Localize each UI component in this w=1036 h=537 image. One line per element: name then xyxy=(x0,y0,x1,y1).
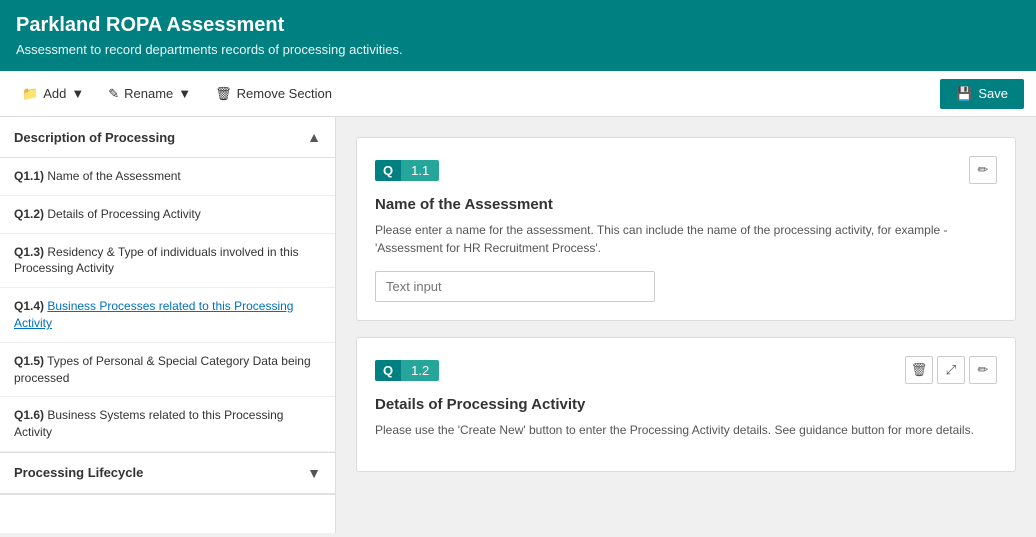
rename-button[interactable]: ✎ Rename ▼ xyxy=(98,80,201,108)
remove-section-button[interactable]: 🗑 Remove Section xyxy=(205,80,342,108)
sidebar-section-title-description: Description of Processing xyxy=(14,130,175,145)
question-actions-1-2: 🗑 ⤢ ✏ xyxy=(905,356,997,384)
save-button[interactable]: 💾 Save xyxy=(940,79,1024,109)
sidebar-item-q1-3-text: Residency & Type of individuals involved… xyxy=(14,245,299,276)
question-title-1-1: Name of the Assessment xyxy=(375,196,997,213)
sidebar-item-q1-3-number: Q1.3) xyxy=(14,245,44,259)
add-chevron-icon: ▼ xyxy=(71,86,84,101)
sidebar-section-header-lifecycle[interactable]: Processing Lifecycle ▼ xyxy=(0,453,335,494)
question-card-1-2: Q 1.2 🗑 ⤢ ✏ Details of Processing Activi… xyxy=(356,337,1016,472)
rename-label: Rename xyxy=(124,86,173,101)
add-label: Add xyxy=(43,86,66,101)
sidebar-section-description: Description of Processing ▲ Q1.1) Name o… xyxy=(0,117,335,453)
q-label-1-2: Q xyxy=(375,360,401,381)
trash-icon: 🗑 xyxy=(215,86,232,102)
question-badge-1-1: Q 1.1 xyxy=(375,160,439,181)
sidebar-item-q1-4-link[interactable]: Business Processes related to this Proce… xyxy=(14,299,293,330)
content-area: Q 1.1 ✏ Name of the Assessment Please en… xyxy=(336,117,1036,533)
sidebar-section-header-description[interactable]: Description of Processing ▲ xyxy=(0,117,335,158)
chevron-up-icon: ▲ xyxy=(307,129,321,145)
edit-button-1-2[interactable]: ✏ xyxy=(969,356,997,384)
question-desc-1-1: Please enter a name for the assessment. … xyxy=(375,221,997,257)
q-number-1-2: 1.2 xyxy=(401,360,439,381)
question-badge-1-2: Q 1.2 xyxy=(375,360,439,381)
sidebar-item-q1-1-text: Name of the Assessment xyxy=(47,169,180,183)
save-icon: 💾 xyxy=(956,86,972,102)
sidebar-item-q1-1-number: Q1.1) xyxy=(14,169,44,183)
add-button[interactable]: 📁 Add ▼ xyxy=(12,80,94,108)
q-label-1-1: Q xyxy=(375,160,401,181)
sidebar-item-q1-6-number: Q1.6) xyxy=(14,408,44,422)
remove-section-label: Remove Section xyxy=(237,86,332,101)
sidebar-item-q1-4-number: Q1.4) xyxy=(14,299,44,313)
delete-button-1-2[interactable]: 🗑 xyxy=(905,356,933,384)
sidebar-item-q1-3[interactable]: Q1.3) Residency & Type of individuals in… xyxy=(0,234,335,289)
sidebar-item-q1-6-text: Business Systems related to this Process… xyxy=(14,408,283,439)
question-title-1-2: Details of Processing Activity xyxy=(375,396,997,413)
sidebar-section-lifecycle: Processing Lifecycle ▼ xyxy=(0,453,335,495)
main-layout: Description of Processing ▲ Q1.1) Name o… xyxy=(0,117,1036,533)
folder-icon: 📁 xyxy=(22,86,38,102)
q-number-1-1: 1.1 xyxy=(401,160,439,181)
sidebar-item-q1-5-text: Types of Personal & Special Category Dat… xyxy=(14,354,311,385)
question-card-1-1: Q 1.1 ✏ Name of the Assessment Please en… xyxy=(356,137,1016,321)
sidebar-item-q1-2[interactable]: Q1.2) Details of Processing Activity xyxy=(0,196,335,234)
question-actions-1-1: ✏ xyxy=(969,156,997,184)
toolbar-left: 📁 Add ▼ ✎ Rename ▼ 🗑 Remove Section xyxy=(12,80,342,108)
question-card-1-1-header: Q 1.1 ✏ xyxy=(375,156,997,184)
sidebar-item-q1-5[interactable]: Q1.5) Types of Personal & Special Catego… xyxy=(0,343,335,398)
sidebar-item-q1-2-number: Q1.2) xyxy=(14,207,44,221)
header-subtitle: Assessment to record departments records… xyxy=(16,42,1020,57)
rename-chevron-icon: ▼ xyxy=(178,86,191,101)
chevron-down-icon: ▼ xyxy=(307,465,321,481)
sidebar-item-q1-6[interactable]: Q1.6) Business Systems related to this P… xyxy=(0,397,335,452)
sidebar-item-q1-1[interactable]: Q1.1) Name of the Assessment xyxy=(0,158,335,196)
sidebar-item-q1-4[interactable]: Q1.4) Business Processes related to this… xyxy=(0,288,335,343)
question-desc-1-2: Please use the 'Create New' button to en… xyxy=(375,421,997,439)
save-label: Save xyxy=(978,86,1008,101)
text-input-1-1[interactable] xyxy=(375,271,655,302)
header: Parkland ROPA Assessment Assessment to r… xyxy=(0,0,1036,71)
sidebar-item-q1-5-number: Q1.5) xyxy=(14,354,44,368)
header-title: Parkland ROPA Assessment xyxy=(16,14,1020,37)
sidebar-section-title-lifecycle: Processing Lifecycle xyxy=(14,465,143,480)
toolbar: 📁 Add ▼ ✎ Rename ▼ 🗑 Remove Section 💾 Sa… xyxy=(0,71,1036,117)
question-card-1-2-header: Q 1.2 🗑 ⤢ ✏ xyxy=(375,356,997,384)
sidebar-item-q1-2-text: Details of Processing Activity xyxy=(47,207,200,221)
move-button-1-2[interactable]: ⤢ xyxy=(937,356,965,384)
sidebar: Description of Processing ▲ Q1.1) Name o… xyxy=(0,117,336,533)
edit-button-1-1[interactable]: ✏ xyxy=(969,156,997,184)
rename-icon: ✎ xyxy=(108,86,119,102)
